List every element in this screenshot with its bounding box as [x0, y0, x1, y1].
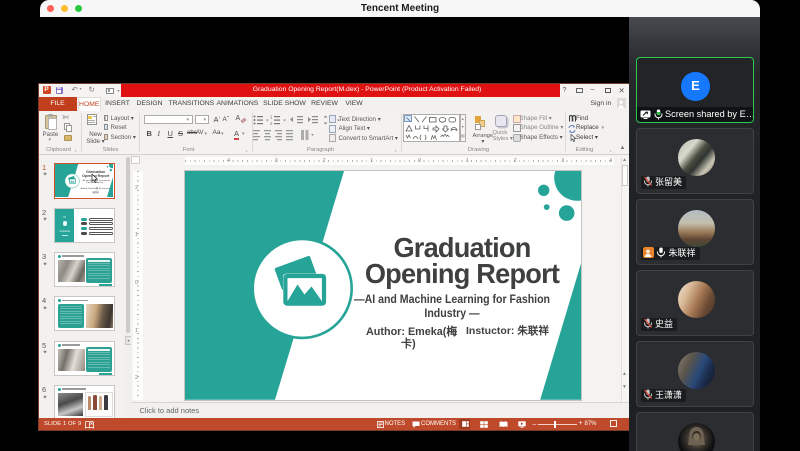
svg-text:2: 2 — [270, 121, 273, 126]
svg-text:1: 1 — [270, 115, 273, 119]
